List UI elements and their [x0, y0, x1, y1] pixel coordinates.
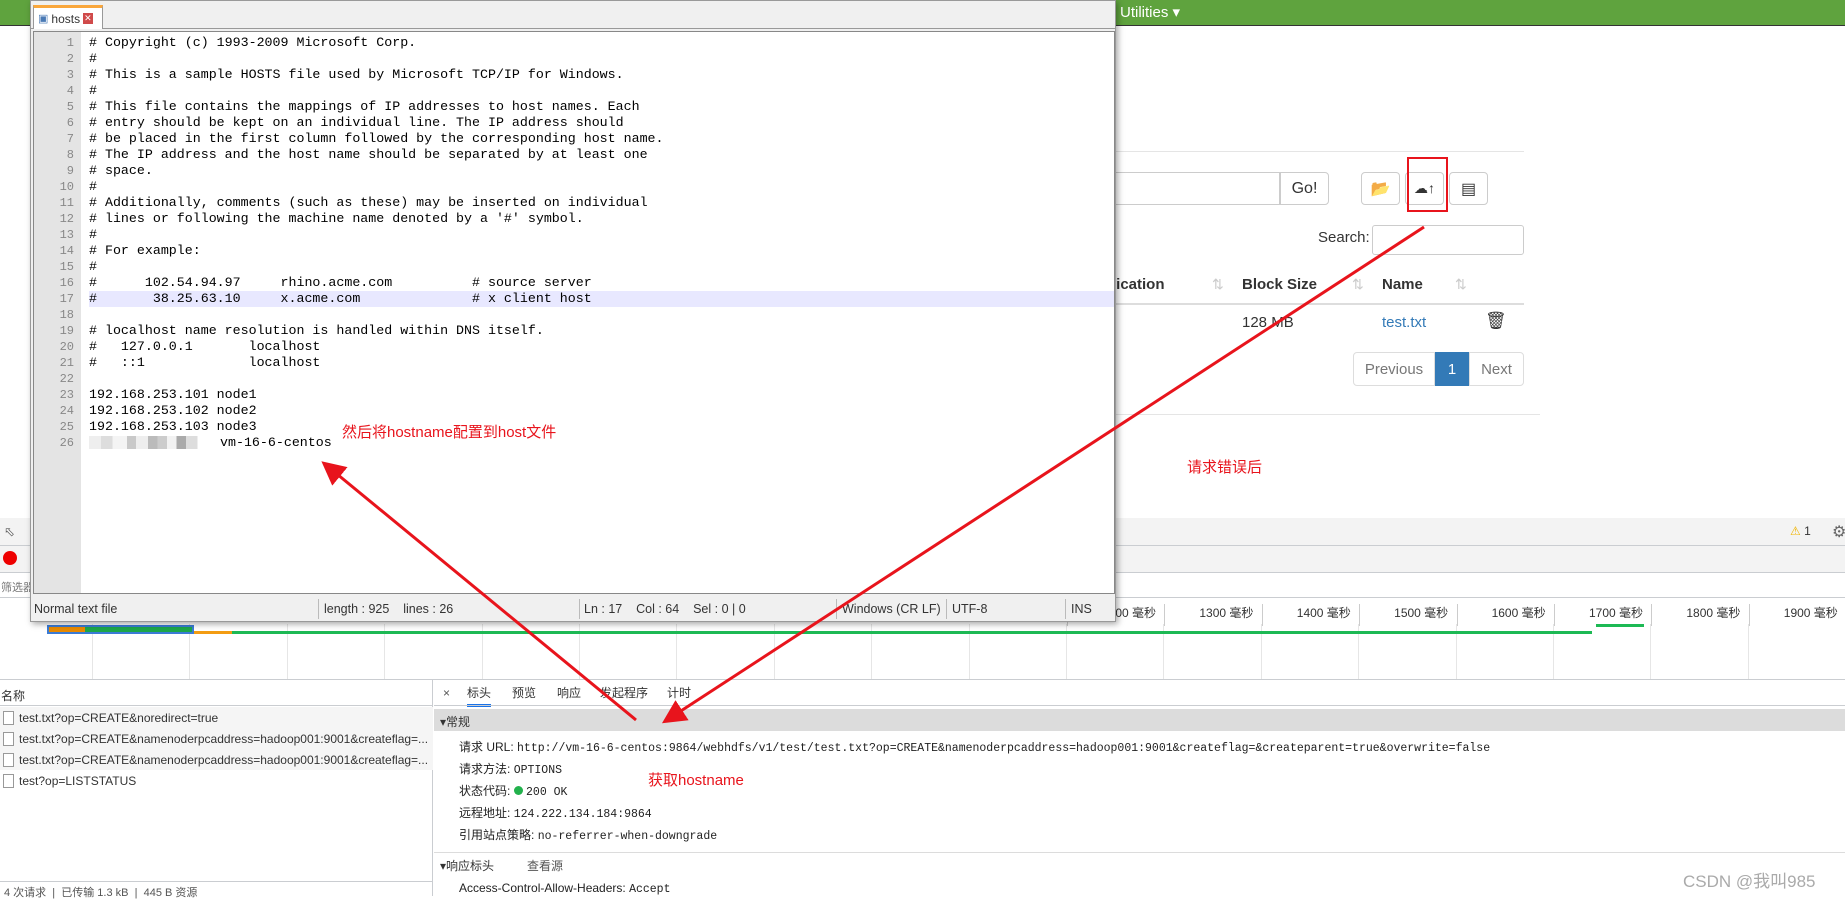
- arrow-to-hosts: [321, 461, 637, 722]
- arrow-to-url: [661, 225, 1425, 724]
- annotation-arrows: [321, 225, 1425, 724]
